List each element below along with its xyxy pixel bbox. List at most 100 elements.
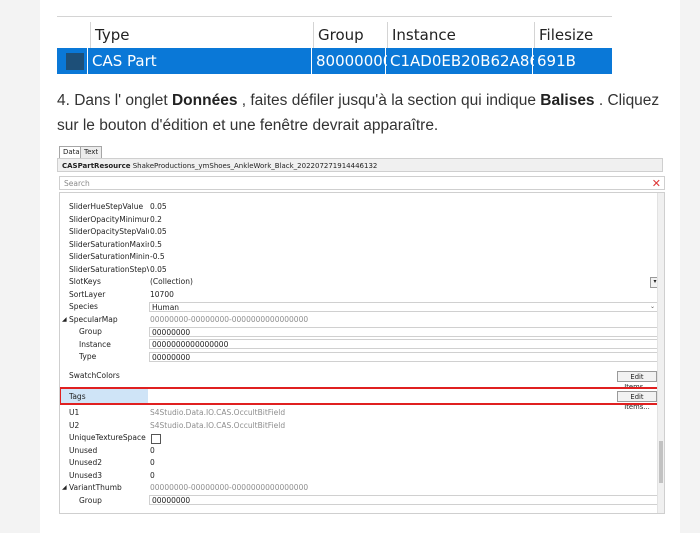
property-value[interactable]: 0 xyxy=(150,470,155,483)
scrollbar-thumb[interactable] xyxy=(659,441,663,483)
chevron-down-icon[interactable]: ⌄ xyxy=(650,301,655,313)
property-name: SlotKeys xyxy=(69,277,101,286)
resource-type: CASPartResource xyxy=(62,162,131,170)
property-value[interactable]: 0.05 xyxy=(150,201,167,214)
tags-row[interactable]: Tags Edit Items... xyxy=(60,387,661,411)
property-name: SliderOpacityMinimum... xyxy=(69,214,149,224)
collapse-arrow-icon[interactable]: ◢ xyxy=(62,482,67,495)
property-value-input[interactable]: 00000000 xyxy=(149,326,659,337)
tab-text[interactable]: Text xyxy=(80,146,103,158)
search-input[interactable]: Search ✕ xyxy=(59,176,665,190)
property-value[interactable]: -0.5 xyxy=(150,251,165,264)
property-row[interactable]: SortLayer 10700 xyxy=(60,289,656,302)
property-value[interactable]: 0.05 xyxy=(150,264,167,277)
property-name: VariantThumb xyxy=(69,483,122,492)
clear-search-icon[interactable]: ✕ xyxy=(652,177,661,190)
property-name: Group xyxy=(79,495,102,505)
property-row[interactable]: Instance 0000000000000000 xyxy=(60,339,659,352)
property-name: SliderSaturationStepVa... xyxy=(69,264,149,274)
property-row[interactable]: ◢ VariantThumb 00000000-00000000-0000000… xyxy=(60,482,656,495)
property-row[interactable]: SliderOpacityMinimum... 0.2 xyxy=(60,214,656,227)
species-select[interactable]: Human xyxy=(149,301,659,312)
property-value-input[interactable]: 0000000000000000 xyxy=(149,339,659,349)
property-value: 00000000-00000000-0000000000000000 xyxy=(150,314,309,324)
property-row[interactable]: SliderSaturationMinim... -0.5 xyxy=(60,251,656,264)
search-placeholder: Search xyxy=(64,179,90,188)
property-value[interactable]: 0 xyxy=(150,457,155,470)
property-name: Unused2 xyxy=(69,458,103,467)
instruction-paragraph: 4. Dans l' onglet Données , faites défil… xyxy=(57,88,667,138)
edit-items-button[interactable]: Edit Items... xyxy=(617,370,657,391)
property-value: S4Studio.Data.IO.CAS.OccultBitField xyxy=(150,408,286,417)
cell-group: 80000000 xyxy=(311,48,387,74)
property-row[interactable]: UniqueTextureSpace xyxy=(60,432,656,445)
property-row[interactable]: Group 00000000 xyxy=(60,495,659,508)
property-row[interactable]: U1 S4Studio.Data.IO.CAS.OccultBitField xyxy=(60,407,656,420)
property-name: U2 xyxy=(69,420,80,430)
property-name: Unused xyxy=(69,445,98,455)
property-row[interactable]: U2 S4Studio.Data.IO.CAS.OccultBitField xyxy=(60,420,656,433)
property-value-input[interactable]: 00000000 xyxy=(149,495,659,505)
para-text: 4. Dans l' onglet xyxy=(57,92,172,109)
property-value: S4Studio.Data.IO.CAS.OccultBitField xyxy=(150,420,286,430)
cell-type: CAS Part xyxy=(87,48,313,74)
property-row[interactable]: SliderSaturationMaxim... 0.5 xyxy=(60,239,656,252)
property-row[interactable]: SliderSaturationStepVa... 0.05 xyxy=(60,264,656,277)
property-name: SliderSaturationMaxim... xyxy=(69,239,149,249)
col-group-header[interactable]: Group xyxy=(313,22,387,48)
resource-name: ShakeProductions_ymShoes_AnkleWork_Black… xyxy=(130,162,378,170)
property-value: 00000000-00000000-0000000000000000 xyxy=(150,483,309,492)
property-row[interactable]: Group 00000000 xyxy=(60,326,659,339)
property-name: SortLayer xyxy=(69,289,106,299)
property-editor: Data Text CASPartResource ShakeProductio… xyxy=(57,146,665,514)
resource-table: Type Group Instance Filesize CAS Part 80… xyxy=(57,16,612,74)
property-name: Tags xyxy=(69,392,86,401)
property-row[interactable]: Species Human ⌄ xyxy=(60,301,659,314)
property-row[interactable]: SliderOpacityStepValue 0.05 xyxy=(60,226,656,239)
cell-filesize: 691B xyxy=(532,48,612,74)
property-value[interactable]: 0.05 xyxy=(150,226,167,239)
unique-texture-space-checkbox[interactable] xyxy=(151,434,161,444)
vertical-scrollbar[interactable] xyxy=(657,193,664,513)
property-value-input[interactable]: 00000000 xyxy=(149,351,659,362)
para-text: , faites défiler jusqu'à la section qui … xyxy=(237,92,541,109)
property-name: SliderOpacityStepValue xyxy=(69,227,149,236)
col-instance-header[interactable]: Instance xyxy=(387,22,534,48)
property-value[interactable]: 0.2 xyxy=(150,214,162,227)
property-name: Type xyxy=(79,352,97,361)
property-row[interactable]: Type 00000000 xyxy=(60,351,659,364)
property-name: SwatchColors xyxy=(69,371,120,380)
col-type-header[interactable]: Type xyxy=(90,22,313,48)
property-grid: SliderHueStepValue 0.05 SliderOpacityMin… xyxy=(59,192,665,514)
property-value[interactable]: (Collection) xyxy=(150,276,193,289)
table-row[interactable]: CAS Part 80000000 C1AD0EB20B62A868 691B xyxy=(57,48,612,74)
property-value[interactable]: 0.5 xyxy=(150,239,162,252)
property-row[interactable]: Unused 0 xyxy=(60,445,656,458)
property-row[interactable]: SlotKeys (Collection) ▾ xyxy=(60,276,660,289)
para-bold-balises: Balises xyxy=(540,92,595,109)
property-value[interactable]: 0 xyxy=(150,445,155,458)
property-name: Species xyxy=(69,302,98,311)
property-name: UniqueTextureSpace xyxy=(69,433,146,442)
property-name: SpecularMap xyxy=(69,314,118,324)
property-row[interactable]: Unused3 0 xyxy=(60,470,656,483)
row-selector[interactable] xyxy=(66,53,84,70)
tags-highlight-box xyxy=(60,387,661,405)
property-name: SliderHueStepValue xyxy=(69,202,144,211)
property-name: Unused3 xyxy=(69,470,103,480)
collapse-arrow-icon[interactable]: ◢ xyxy=(62,314,67,327)
property-row[interactable]: Unused2 0 xyxy=(60,457,656,470)
property-row[interactable]: SliderHueStepValue 0.05 xyxy=(60,201,656,214)
property-name: Group xyxy=(79,327,102,336)
resource-title: CASPartResource ShakeProductions_ymShoes… xyxy=(57,158,663,172)
property-name: SliderSaturationMinim... xyxy=(69,252,149,261)
col-filesize-header[interactable]: Filesize xyxy=(534,22,612,48)
para-bold-donnees: Données xyxy=(171,92,238,109)
property-name: Instance xyxy=(79,339,111,349)
property-row[interactable]: SwatchColors Edit Items... xyxy=(60,369,657,391)
cell-instance: C1AD0EB20B62A868 xyxy=(385,48,534,74)
tags-edit-items-button[interactable]: Edit Items... xyxy=(617,391,657,411)
property-name: U1 xyxy=(69,408,80,417)
property-row[interactable]: ◢ SpecularMap 00000000-00000000-00000000… xyxy=(60,314,656,327)
property-value[interactable]: 10700 xyxy=(150,289,174,302)
